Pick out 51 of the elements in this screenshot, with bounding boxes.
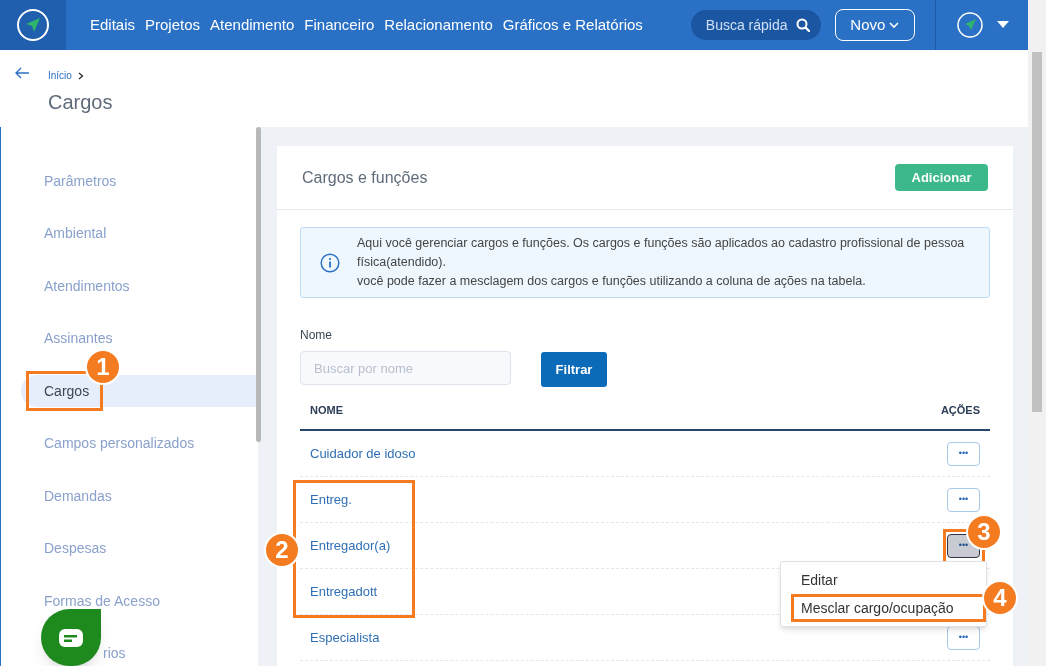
nav-link[interactable]: Editais [90,13,136,37]
nav-link[interactable]: Atendimento [210,13,295,37]
sidebar-item[interactable]: Parâmetros [21,165,258,198]
sidebar-item[interactable]: Demandas [21,480,258,513]
filter-button[interactable]: Filtrar [541,352,607,387]
sidebar-item[interactable]: Campos personalizados [21,427,258,460]
back-arrow-icon[interactable] [15,67,30,79]
nav-link[interactable]: Gráficos e Relatórios [502,13,643,37]
sidebar-item[interactable]: Cargos [21,375,258,408]
table-cell[interactable]: Especialista [310,627,380,648]
nav-link[interactable]: Financeiro [304,13,375,37]
callout-number: 1 [85,349,121,385]
card-title: Cargos e funções [302,167,428,188]
field-label: Nome [300,327,333,344]
chat-icon [59,628,83,647]
menu-item[interactable]: Mesclar cargo/ocupação [791,594,986,622]
table-cell[interactable]: Entregador(a) [310,535,391,556]
actions-button[interactable]: ••• [947,441,980,466]
name-search-field[interactable]: Buscar por nome [300,351,511,385]
chevron-icon [77,71,84,80]
sidebar-scrollbar[interactable] [256,127,261,442]
callout-number: 2 [264,532,300,568]
info-text: Aqui você gerenciar cargos e funções. Os cargos e funções são aplicados ao cadastro profissional de pessoa física(atendido). você pode fazer a mesclagem dos cargos e funções utilizando a coluna de ações na tabela. [357,235,966,290]
sidebar-item[interactable]: rios [21,637,258,666]
table-cell[interactable]: Cuidador de idoso [310,443,416,464]
sidebar-item[interactable]: Despesas [21,532,258,565]
column-header: AÇÕES [940,402,981,418]
quick-search-field[interactable]: Busca rápida [690,10,821,40]
add-button[interactable]: Adicionar [895,164,988,191]
search-icon [795,18,810,32]
table-cell[interactable]: Entreg. [310,489,352,510]
table-cell[interactable]: Entregadott [310,581,378,602]
chevron-icon [889,21,900,29]
sidebar-item[interactable]: Ambiental [21,217,258,250]
sidebar-item[interactable]: Atendimentos [21,270,258,303]
actions-button[interactable]: ••• [947,487,980,512]
sidebar-item[interactable]: Formas de Acesso [21,585,258,618]
new-button[interactable]: Novo [834,9,915,41]
avatar-icon[interactable] [956,12,983,38]
column-header: NOME [309,402,343,418]
logo-icon [16,8,50,42]
nav-link[interactable]: Relacionamento [384,13,493,37]
info-icon [320,252,340,273]
page-title: Cargos [48,90,113,115]
breadcrumb-link[interactable]: Início [48,68,72,83]
logo-tile[interactable] [0,0,66,50]
caret-icon[interactable] [996,21,1009,29]
actions-button[interactable]: ••• [947,625,980,650]
scrollbar[interactable] [1028,0,1046,666]
nav-link[interactable]: Projetos [145,13,201,37]
callout-number: 4 [982,580,1018,616]
